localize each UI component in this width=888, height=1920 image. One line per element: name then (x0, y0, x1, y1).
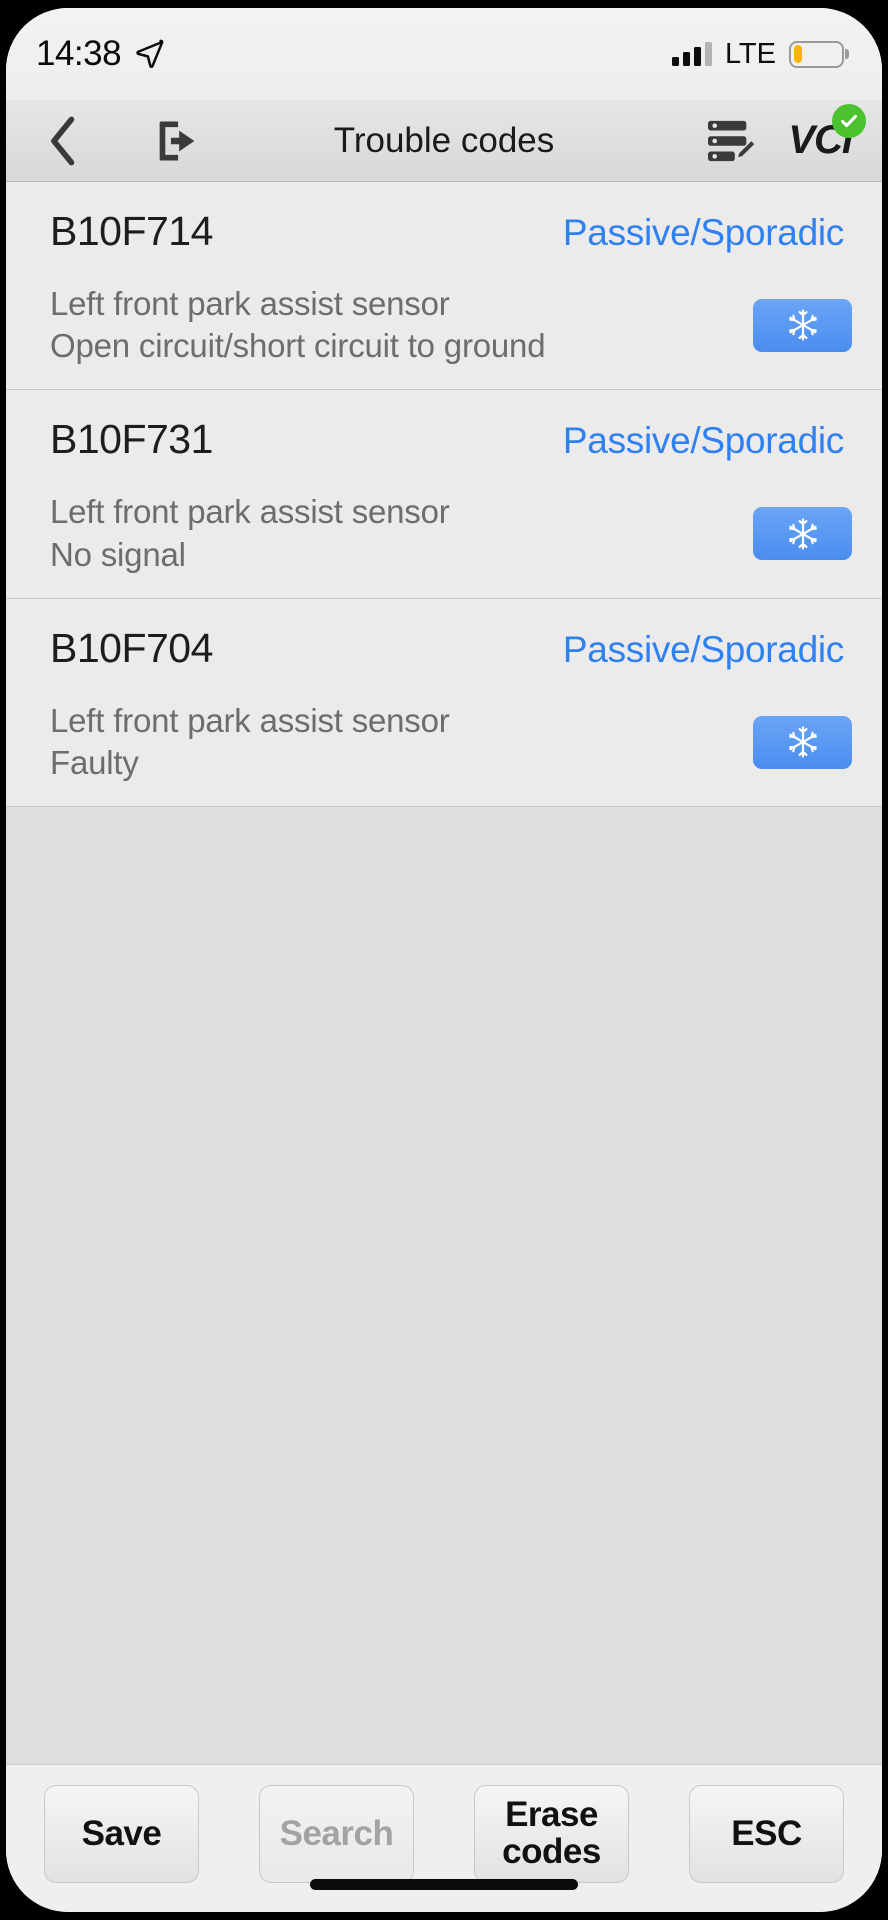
freeze-frame-button[interactable] (753, 298, 852, 352)
status-bar-left: 14:38 (36, 34, 165, 74)
snowflake-icon (788, 518, 817, 550)
list-edit-icon (708, 120, 755, 161)
phone-screen: 14:38 LTE Trouble codes VCI B10F714 Pass… (6, 8, 882, 1912)
description-line-2: Open circuit/short circuit to ground (50, 327, 546, 365)
description-line-2: Faulty (50, 744, 139, 782)
cellular-signal-icon (671, 42, 712, 66)
erase-codes-button-label: Erase codes (502, 1795, 601, 1871)
battery-fill (793, 45, 802, 63)
erase-codes-button[interactable]: Erase codes (474, 1785, 629, 1883)
check-icon (841, 114, 857, 128)
back-button[interactable] (36, 108, 88, 174)
esc-button-label: ESC (731, 1813, 802, 1853)
snowflake-icon (788, 309, 817, 341)
trouble-code-header: B10F704 Passive/Sporadic (50, 625, 852, 672)
trouble-code-id: B10F714 (50, 208, 213, 254)
trouble-code-description: Left front park assist sensor Faulty (50, 700, 450, 784)
freeze-frame-button[interactable] (753, 715, 852, 769)
search-button[interactable]: Search (259, 1785, 414, 1883)
status-badge: Passive/Sporadic (562, 212, 844, 253)
status-bar-right: LTE (671, 37, 844, 71)
home-indicator[interactable] (310, 1879, 578, 1890)
exit-button[interactable] (142, 108, 212, 174)
table-row[interactable]: B10F714 Passive/Sporadic Left front park… (6, 182, 882, 391)
phone-frame: 14:38 LTE Trouble codes VCI B10F714 Pass… (0, 0, 888, 1920)
navigation-bar-right: VCI (706, 104, 866, 174)
exit-app-icon (159, 121, 195, 160)
table-row[interactable]: B10F704 Passive/Sporadic Left front park… (6, 598, 882, 808)
trouble-code-header: B10F731 Passive/Sporadic (50, 416, 852, 463)
save-button[interactable]: Save (44, 1785, 199, 1883)
status-bar-clock: 14:38 (36, 34, 122, 73)
description-line-1: Left front park assist sensor (50, 285, 450, 322)
trouble-code-body: Left front park assist sensor Open circu… (50, 283, 852, 367)
location-arrow-icon (136, 39, 164, 68)
status-badge: Passive/Sporadic (562, 420, 844, 462)
description-line-1: Left front park assist sensor (50, 493, 450, 531)
description-line-2: No signal (50, 535, 186, 573)
trouble-code-header: B10F714 Passive/Sporadic (50, 208, 852, 255)
trouble-code-id: B10F731 (50, 416, 213, 463)
search-button-label: Search (279, 1813, 394, 1853)
trouble-code-description: Left front park assist sensor Open circu… (50, 283, 546, 367)
erase-label-line-2: codes (502, 1832, 601, 1871)
esc-button[interactable]: ESC (689, 1785, 844, 1883)
vci-status-button[interactable]: VCI (788, 104, 866, 163)
erase-label-line-1: Erase (505, 1795, 598, 1835)
snowflake-icon (788, 726, 817, 758)
save-button-label: Save (81, 1813, 162, 1853)
chevron-left-icon (51, 116, 75, 165)
freeze-frame-button[interactable] (753, 507, 852, 561)
trouble-codes-list: B10F714 Passive/Sporadic Left front park… (6, 182, 882, 808)
battery-low-icon (789, 40, 844, 68)
empty-list-area (6, 807, 882, 1764)
description-line-1: Left front park assist sensor (50, 701, 450, 739)
trouble-code-body: Left front park assist sensor Faulty (50, 700, 852, 784)
status-bar: 14:38 LTE (6, 8, 882, 100)
report-button[interactable] (706, 108, 756, 174)
trouble-code-body: Left front park assist sensor No signal (50, 491, 852, 575)
check-circle-icon (832, 104, 866, 138)
navigation-bar: Trouble codes VCI (6, 100, 882, 182)
trouble-code-description: Left front park assist sensor No signal (50, 491, 450, 575)
trouble-code-id: B10F704 (50, 624, 213, 671)
table-row[interactable]: B10F731 Passive/Sporadic Left front park… (6, 390, 882, 599)
status-badge: Passive/Sporadic (562, 628, 844, 670)
network-type-label: LTE (724, 37, 776, 70)
